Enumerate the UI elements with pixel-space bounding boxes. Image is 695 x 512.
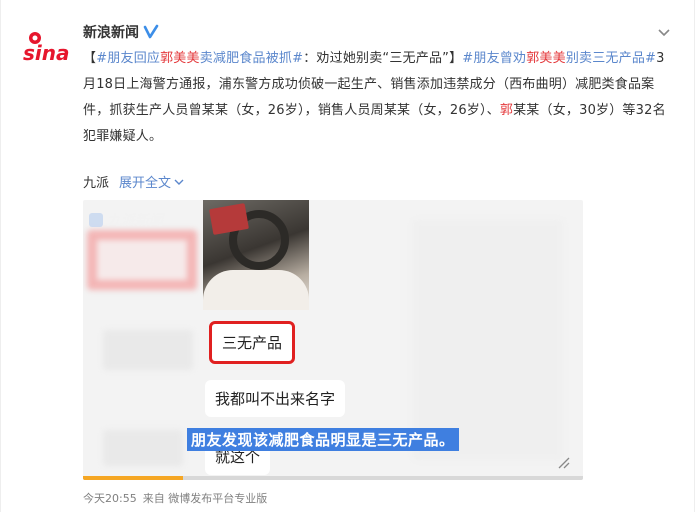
blurred-bubble — [413, 220, 563, 460]
car-photo-thumbnail — [203, 200, 309, 310]
video-watermark: 九派新闻 — [89, 210, 163, 230]
post-body: 【#朋友回应郭美美卖减肥食品被抓#：劝过她别卖“三无产品”】#朋友曾劝郭美美别卖… — [83, 46, 673, 150]
account-name[interactable]: 新浪新闻 — [83, 22, 139, 42]
video-player[interactable]: 九派新闻 三无产品 我都叫不出来名字 就这个 朋友发现该减肥食品明显是三无产品。 — [83, 200, 583, 480]
fullscreen-icon[interactable] — [557, 456, 571, 470]
sina-logo-avatar[interactable]: sina — [21, 30, 73, 66]
headline-text: ：劝过她别卖“三无产品” — [303, 51, 450, 66]
hashtag-link-2[interactable]: #朋友曾劝郭美美别卖三无产品# — [462, 51, 656, 66]
chevron-down-icon[interactable] — [656, 24, 672, 40]
chevron-down-icon — [174, 179, 184, 185]
blurred-bubble — [103, 430, 183, 466]
blurred-bubble — [87, 230, 197, 290]
video-subtitle: 朋友发现该减肥食品明显是三无产品。 — [187, 428, 459, 451]
post-time[interactable]: 今天20:55 — [83, 490, 137, 506]
expand-full-text-link[interactable]: 展开全文 — [119, 172, 185, 191]
body-highlight-name: 郭 — [499, 103, 514, 118]
post-footer: 今天20:55 来自 微博发布平台专业版 — [83, 490, 267, 506]
watermark-icon — [89, 213, 103, 227]
hashtag-link-1[interactable]: #朋友回应郭美美卖减肥食品被抓# — [96, 51, 303, 66]
blurred-bubble — [103, 330, 193, 370]
account-header: 新浪新闻 — [83, 22, 159, 42]
bracket-close: 】 — [449, 51, 463, 66]
expand-label: 展开全文 — [119, 176, 172, 191]
verified-v-icon — [143, 24, 159, 39]
video-progress-bar[interactable] — [83, 476, 583, 480]
source-label: 九派 — [83, 176, 110, 191]
chat-bubble: 我都叫不出来名字 — [205, 380, 346, 417]
weibo-post-card: sina 新浪新闻 【#朋友回应郭美美卖减肥食品被抓#：劝过她别卖“三无产品”】… — [0, 0, 695, 512]
svg-text:sina: sina — [23, 41, 70, 65]
post-source[interactable]: 来自 微博发布平台专业版 — [143, 490, 268, 506]
post-meta-row: 九派 展开全文 — [83, 172, 185, 191]
video-progress-fill — [83, 476, 183, 480]
chat-bubble-highlighted: 三无产品 — [209, 321, 296, 364]
bracket-open: 【 — [83, 51, 97, 66]
